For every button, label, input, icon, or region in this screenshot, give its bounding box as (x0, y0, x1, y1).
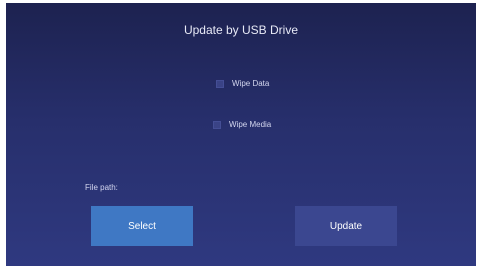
wipe-media-label: Wipe Media (229, 120, 272, 129)
file-path-label: File path: (85, 183, 118, 192)
wipe-data-checkbox[interactable] (216, 79, 224, 88)
select-button[interactable]: Select (91, 206, 193, 246)
wipe-data-option[interactable]: Wipe Data (216, 79, 269, 88)
dialog-title: Update by USB Drive (183, 23, 299, 37)
wipe-media-checkbox[interactable] (213, 120, 221, 129)
wipe-data-label: Wipe Data (232, 79, 270, 88)
usb-update-dialog: Update by USB Drive Wipe Data Wipe Media… (6, 3, 476, 266)
wipe-media-option[interactable]: Wipe Media (213, 120, 271, 129)
update-button[interactable]: Update (295, 206, 397, 246)
